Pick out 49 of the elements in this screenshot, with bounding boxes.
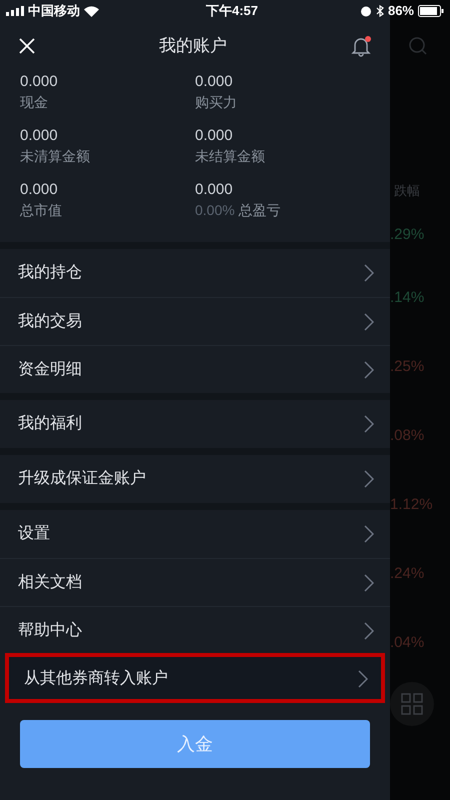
chevron-right-icon (364, 470, 374, 488)
battery-percent: 86% (388, 2, 414, 20)
stat-value: 0.000 (20, 126, 59, 146)
stat-percent: 0.00% (195, 201, 235, 220)
menu-item[interactable]: 资金明细 (0, 345, 390, 393)
chevron-right-icon (364, 415, 374, 433)
stat-value: 0.000 (20, 180, 59, 200)
menu-item[interactable]: 相关文档 (0, 558, 390, 606)
menu-item[interactable]: 从其他券商转入账户 (6, 654, 384, 702)
menu-item[interactable]: 我的持仓 (0, 249, 390, 297)
change-percent: .25% (390, 357, 424, 378)
stat-value: 0.000 (20, 72, 59, 92)
menu-item[interactable]: 升级成保证金账户 (0, 455, 390, 503)
drawer-title: 我的账户 (158, 35, 228, 58)
change-percent: .29% (390, 224, 424, 245)
change-percent: .08% (390, 426, 424, 446)
stat-label: 现金 (20, 93, 48, 112)
chevron-right-icon (364, 574, 374, 592)
chevron-right-icon (364, 622, 374, 640)
bell-icon[interactable] (350, 35, 372, 57)
signal-icon (6, 6, 24, 16)
stat-label: 总盈亏 (238, 201, 281, 220)
menu-item[interactable]: 我的福利 (0, 400, 390, 448)
stat-label: 未结算金额 (195, 147, 265, 166)
menu-item[interactable]: 设置 (0, 510, 390, 558)
status-time: 下午4:57 (206, 2, 258, 20)
chevron-right-icon (364, 525, 374, 543)
chevron-right-icon (358, 670, 368, 688)
wifi-icon (84, 6, 99, 16)
carrier-name: 中国移动 (28, 2, 80, 20)
stat-value: 0.000 (195, 180, 234, 200)
alarm-icon (360, 5, 372, 17)
change-percent: .24% (390, 564, 424, 584)
chevron-right-icon (364, 360, 374, 378)
stat-label: 购买力 (195, 93, 237, 112)
change-percent: .14% (390, 288, 424, 308)
stat-value: 0.000 (195, 72, 234, 92)
chevron-right-icon (364, 264, 374, 282)
change-percent: 1.12% (390, 495, 433, 516)
bluetooth-icon (376, 5, 384, 17)
stat-value: 0.000 (195, 126, 234, 146)
menu-item[interactable]: 我的交易 (0, 297, 390, 345)
battery-icon (418, 5, 444, 17)
grid-icon (401, 693, 423, 715)
chevron-right-icon (364, 312, 374, 330)
stat-label: 总市值 (20, 201, 62, 220)
stat-label: 未清算金额 (20, 147, 90, 166)
close-icon[interactable] (18, 37, 36, 55)
change-percent: .04% (390, 633, 424, 654)
